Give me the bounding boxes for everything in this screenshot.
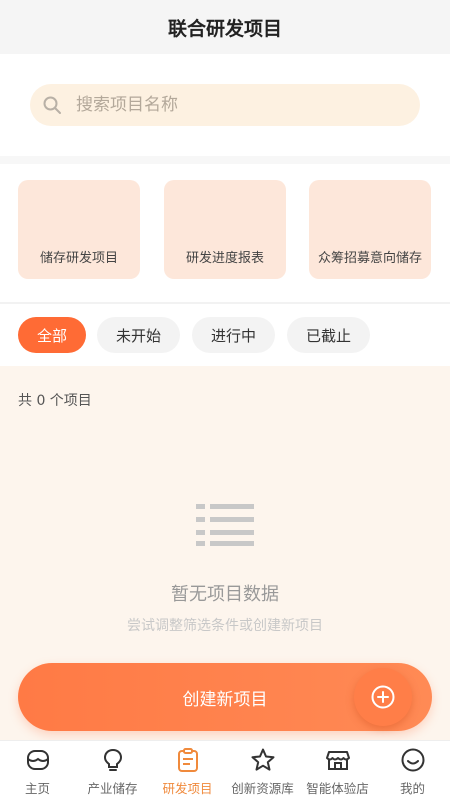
tabbar-label: 我的 (399, 781, 425, 796)
tabbar-label: 研发项目 (162, 781, 213, 796)
top-bar: 联合研发项目 (0, 0, 450, 54)
tabbar-item-industry-store[interactable]: 产业储存 (75, 747, 150, 800)
tabbar-item-innovation-library[interactable]: 创新资源库 (225, 747, 300, 800)
tabbar-label: 产业储存 (87, 781, 138, 796)
bottom-tab-bar: 主页 产业储存 研发项目 创新资源库 智能体验店 我的 (0, 740, 450, 800)
clipboard-icon (177, 748, 198, 772)
search-section (0, 54, 450, 156)
filter-tab-in-progress[interactable]: 进行中 (192, 317, 275, 353)
tabbar-item-rd-projects[interactable]: 研发项目 (150, 747, 225, 800)
create-project-label: 创建新项目 (182, 689, 268, 710)
empty-state-title: 暂无项目数据 (171, 584, 279, 605)
tabbar-label: 创新资源库 (231, 781, 294, 796)
home-icon (26, 750, 49, 770)
card-store-rd-project[interactable]: 储存研发项目 (18, 180, 140, 279)
star-icon (251, 748, 274, 771)
smile-icon (401, 748, 424, 772)
filter-tab-closed[interactable]: 已截止 (287, 317, 370, 353)
tabbar-item-mine[interactable]: 我的 (375, 747, 450, 800)
tabbar-item-home[interactable]: 主页 (0, 747, 75, 800)
search-input[interactable] (76, 95, 376, 115)
search-icon (43, 96, 61, 114)
card-label: 众筹招募意向储存 (317, 251, 422, 266)
quick-action-cards: 储存研发项目 研发进度报表 众筹招募意向储存 (0, 164, 450, 302)
search-bar[interactable] (30, 84, 420, 126)
filter-tab-all[interactable]: 全部 (18, 317, 86, 353)
filter-tabs: 全部 未开始 进行中 已截止 (0, 304, 450, 366)
lightbulb-icon (103, 748, 122, 771)
tabbar-item-smart-store[interactable]: 智能体验店 (300, 747, 375, 800)
plus-circle-icon (371, 685, 395, 709)
tabbar-label: 主页 (24, 781, 50, 796)
page-title: 联合研发项目 (167, 17, 282, 40)
card-rd-progress-report[interactable]: 研发进度报表 (164, 180, 286, 279)
filter-tab-not-started[interactable]: 未开始 (97, 317, 180, 353)
list-icon (196, 504, 254, 546)
tabbar-label: 智能体验店 (306, 781, 369, 796)
card-label: 研发进度报表 (185, 251, 264, 266)
empty-state-subtitle: 尝试调整筛选条件或创建新项目 (127, 618, 323, 634)
project-count: 共 0 个项目 (18, 393, 92, 409)
divider (0, 156, 450, 164)
card-label: 储存研发项目 (39, 251, 118, 266)
store-icon (325, 751, 350, 770)
add-project-fab[interactable] (354, 668, 412, 726)
card-crowdfunding-recruit[interactable]: 众筹招募意向储存 (309, 180, 431, 279)
